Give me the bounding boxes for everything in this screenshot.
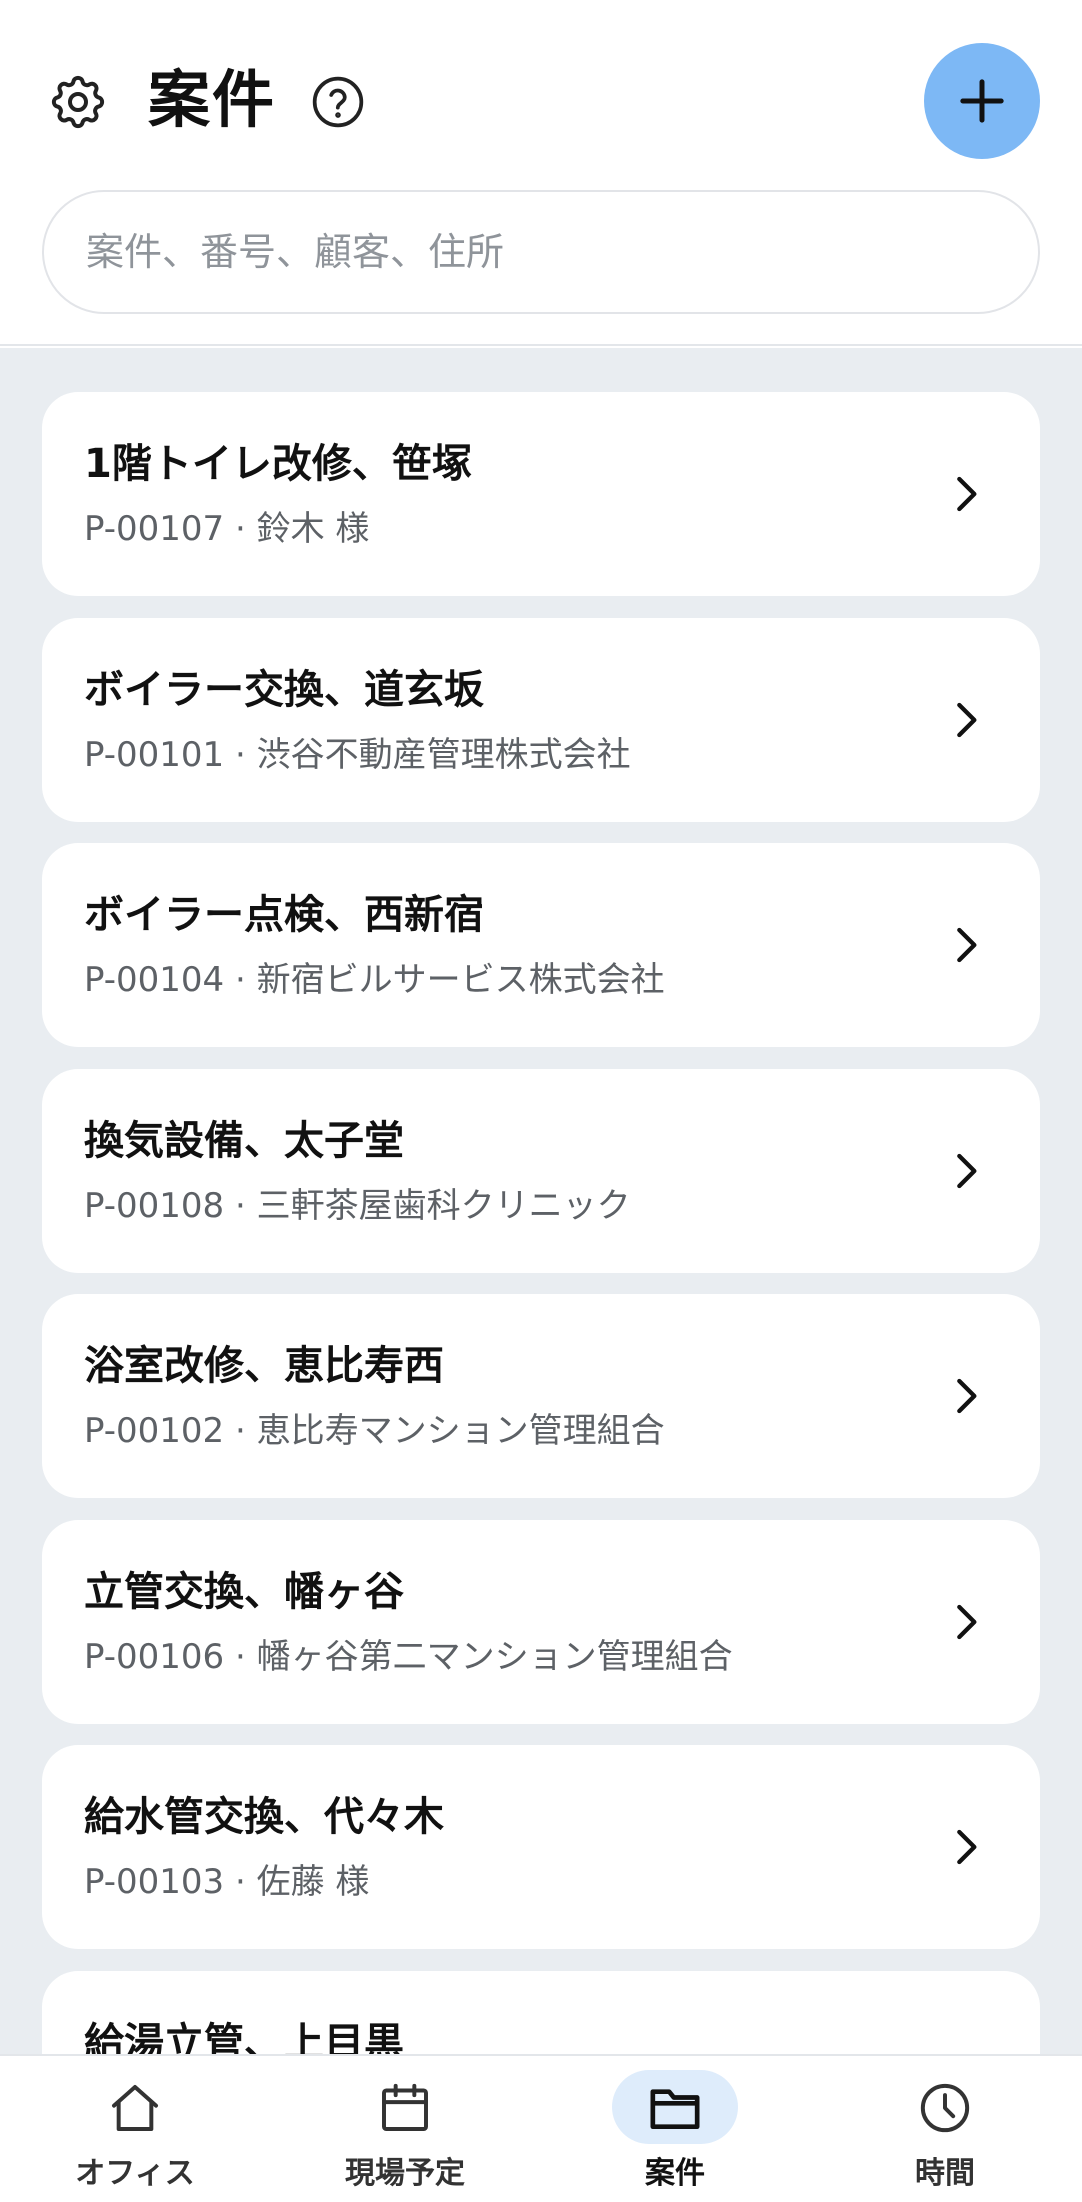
gear-icon[interactable]: [46, 70, 110, 134]
chevron-right-icon: [957, 1604, 977, 1640]
home-icon: [112, 2085, 158, 2131]
project-title: 浴室改修、恵比寿西: [84, 1343, 444, 1389]
list-item[interactable]: ボイラー点検、西新宿 P-00104 · 新宿ビルサービス株式会社: [42, 843, 1040, 1047]
clock-icon: [920, 2083, 970, 2133]
project-title: ボイラー点検、西新宿: [84, 892, 484, 938]
folder-icon: [650, 2089, 700, 2129]
project-subtitle: P-00101 · 渋谷不動産管理株式会社: [84, 735, 631, 775]
plus-icon: [960, 79, 1004, 123]
nav-item-office[interactable]: オフィス: [0, 2056, 270, 2202]
project-title: 1階トイレ改修、笹塚: [84, 441, 472, 487]
project-title: 給水管交換、代々木: [84, 1794, 444, 1840]
list-item[interactable]: 換気設備、太子堂 P-00108 · 三軒茶屋歯科クリニック: [42, 1069, 1040, 1273]
project-subtitle: P-00104 · 新宿ビルサービス株式会社: [84, 960, 665, 1000]
project-title: 給湯立管、上目黒: [84, 2020, 404, 2054]
nav-item-time[interactable]: 時間: [810, 2056, 1080, 2202]
project-subtitle: P-00106 · 幡ヶ谷第二マンション管理組合: [84, 1637, 733, 1677]
list-item[interactable]: 給湯立管、上目黒: [42, 1971, 1040, 2054]
nav-item-projects[interactable]: 案件: [540, 2056, 810, 2202]
bottom-navigation: オフィス 現場予定 案件 時間: [0, 2054, 1082, 2202]
project-title: ボイラー交換、道玄坂: [84, 667, 484, 713]
nav-label: オフィス: [75, 2156, 195, 2191]
project-title: 立管交換、幡ヶ谷: [84, 1569, 404, 1615]
nav-label: 現場予定: [345, 2156, 465, 2191]
chevron-right-icon: [957, 1153, 977, 1189]
app-header: 案件: [0, 0, 1082, 346]
search-input[interactable]: [42, 190, 1040, 314]
list-item[interactable]: 1階トイレ改修、笹塚 P-00107 · 鈴木 様: [42, 392, 1040, 596]
project-subtitle: P-00107 · 鈴木 様: [84, 509, 370, 549]
project-list: 1階トイレ改修、笹塚 P-00107 · 鈴木 様 ボイラー交換、道玄坂 P-0…: [0, 348, 1082, 2054]
calendar-icon: [382, 2083, 428, 2131]
project-title: 換気設備、太子堂: [84, 1118, 404, 1164]
project-subtitle: P-00102 · 恵比寿マンション管理組合: [84, 1411, 665, 1451]
project-subtitle: P-00103 · 佐藤 様: [84, 1862, 370, 1902]
chevron-right-icon: [957, 1829, 977, 1865]
list-item[interactable]: 立管交換、幡ヶ谷 P-00106 · 幡ヶ谷第二マンション管理組合: [42, 1520, 1040, 1724]
project-subtitle: P-00108 · 三軒茶屋歯科クリニック: [84, 1186, 631, 1226]
page-title: 案件: [148, 63, 277, 136]
question-circle-icon[interactable]: [310, 74, 366, 130]
list-item[interactable]: ボイラー交換、道玄坂 P-00101 · 渋谷不動産管理株式会社: [42, 618, 1040, 822]
chevron-right-icon: [957, 1378, 977, 1414]
add-project-button[interactable]: [924, 43, 1040, 159]
chevron-right-icon: [957, 702, 977, 738]
nav-item-schedule[interactable]: 現場予定: [270, 2056, 540, 2202]
chevron-right-icon: [957, 476, 977, 512]
nav-label: 案件: [645, 2156, 705, 2191]
nav-label: 時間: [915, 2156, 975, 2191]
chevron-right-icon: [957, 927, 977, 963]
list-item[interactable]: 給水管交換、代々木 P-00103 · 佐藤 様: [42, 1745, 1040, 1949]
list-item[interactable]: 浴室改修、恵比寿西 P-00102 · 恵比寿マンション管理組合: [42, 1294, 1040, 1498]
